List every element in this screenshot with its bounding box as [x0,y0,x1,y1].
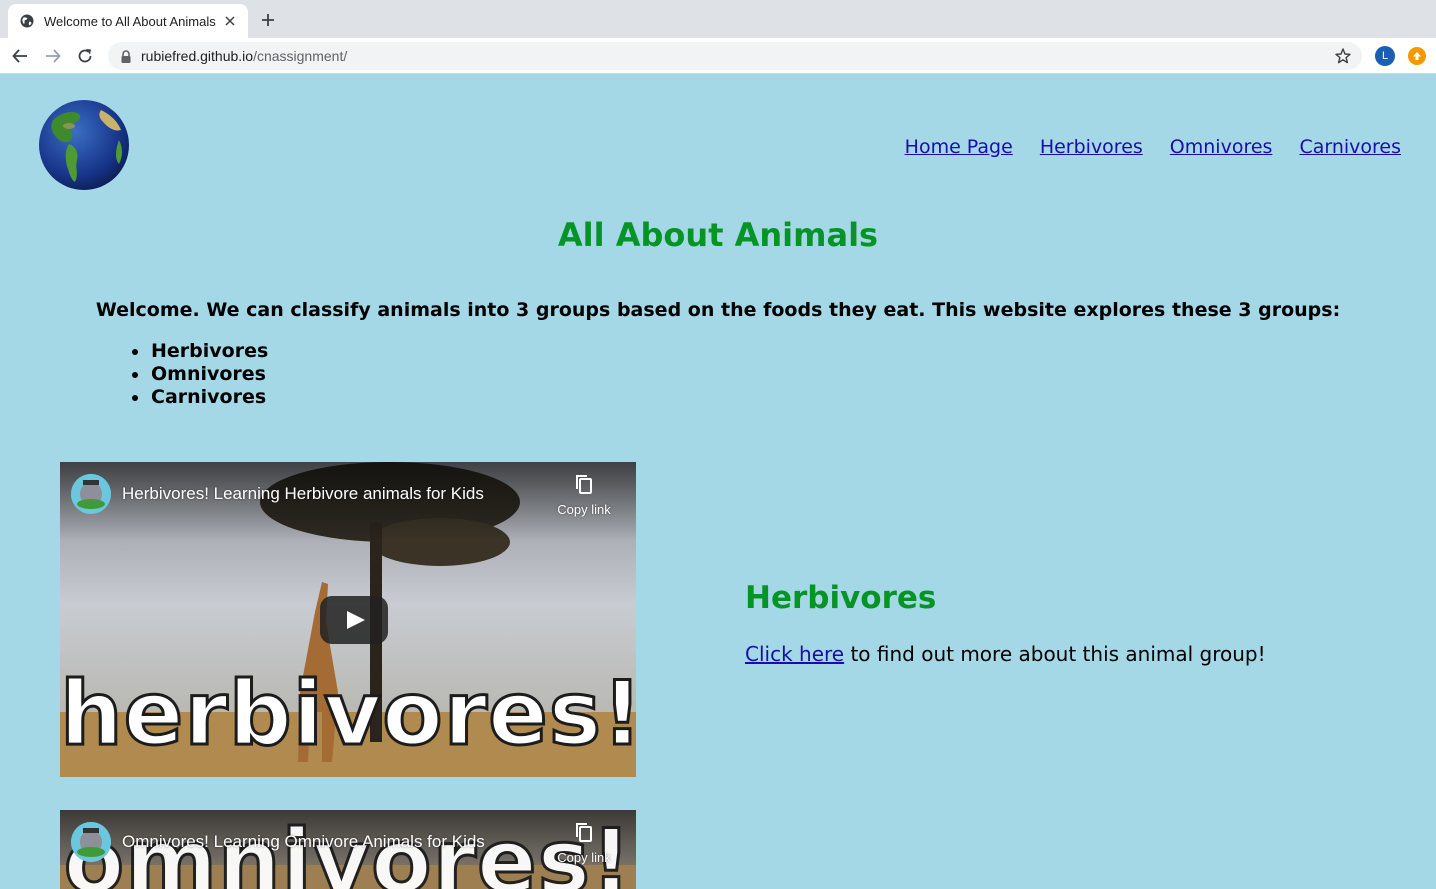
click-here-link[interactable]: Click here [745,642,844,666]
section-heading-herbivores: Herbivores [745,580,937,616]
nav-link-omnivores[interactable]: Omnivores [1170,136,1273,158]
copy-link-button[interactable]: Copy link [554,474,614,517]
url-host: rubiefred.github.io [141,48,254,64]
copy-icon [574,474,594,496]
copy-link-button[interactable]: Copy link [554,822,614,865]
herbivores-video-embed[interactable]: herbivores! Herbivores! Learning Herbivo… [60,462,636,777]
animal-group-list: Herbivores Omnivores Carnivores [131,340,269,409]
copy-icon [574,822,594,844]
url-path: /cnassignment/ [253,48,348,64]
address-bar[interactable]: rubiefred.github.io/cnassignment/ [108,42,1362,70]
browser-tab[interactable]: Welcome to All About Animals [8,4,248,38]
video-title[interactable]: Herbivores! Learning Herbivore animals f… [122,484,484,504]
earth-logo-icon [39,100,129,190]
intro-text: Welcome. We can classify animals into 3 … [95,299,1341,321]
section-description: Click here to find out more about this a… [745,642,1266,666]
lock-icon [120,49,132,63]
nav-link-herbivores[interactable]: Herbivores [1040,136,1143,158]
channel-avatar[interactable] [71,822,111,862]
thumbnail-title-art: herbivores! [60,661,636,767]
update-icon[interactable] [1408,47,1426,65]
back-arrow-icon[interactable] [8,44,32,68]
tab-title: Welcome to All About Animals [44,13,216,29]
globe-favicon-icon [20,14,34,28]
copy-link-label: Copy link [557,850,611,865]
forward-arrow-icon[interactable] [41,44,65,68]
reload-icon[interactable] [73,44,97,68]
section-description-text: to find out more about this animal group… [844,642,1266,666]
list-item: Herbivores [131,340,269,362]
omnivores-video-embed[interactable]: omnivores! Omnivores! Learning Omnivore … [60,810,636,889]
profile-avatar[interactable]: L [1375,46,1395,66]
channel-avatar[interactable] [71,474,111,514]
new-tab-icon[interactable] [258,10,278,30]
copy-link-label: Copy link [557,502,611,517]
video-title[interactable]: Omnivores! Learning Omnivore Animals for… [122,832,485,852]
bookmark-star-icon[interactable] [1334,47,1352,65]
list-item: Omnivores [131,363,268,386]
play-button-icon[interactable] [320,596,388,644]
nav-link-home[interactable]: Home Page [905,136,1013,158]
nav-link-carnivores[interactable]: Carnivores [1299,136,1401,158]
site-navigation: Home Page Herbivores Omnivores Carnivore… [905,136,1401,158]
close-tab-icon[interactable] [222,13,238,29]
page-title: All About Animals [557,216,879,254]
browser-toolbar: rubiefred.github.io/cnassignment/ [0,38,1436,74]
url-text: rubiefred.github.io/cnassignment/ [141,48,347,64]
browser-tab-strip: Welcome to All About Animals [0,0,1436,38]
list-item: Carnivores [131,386,268,409]
